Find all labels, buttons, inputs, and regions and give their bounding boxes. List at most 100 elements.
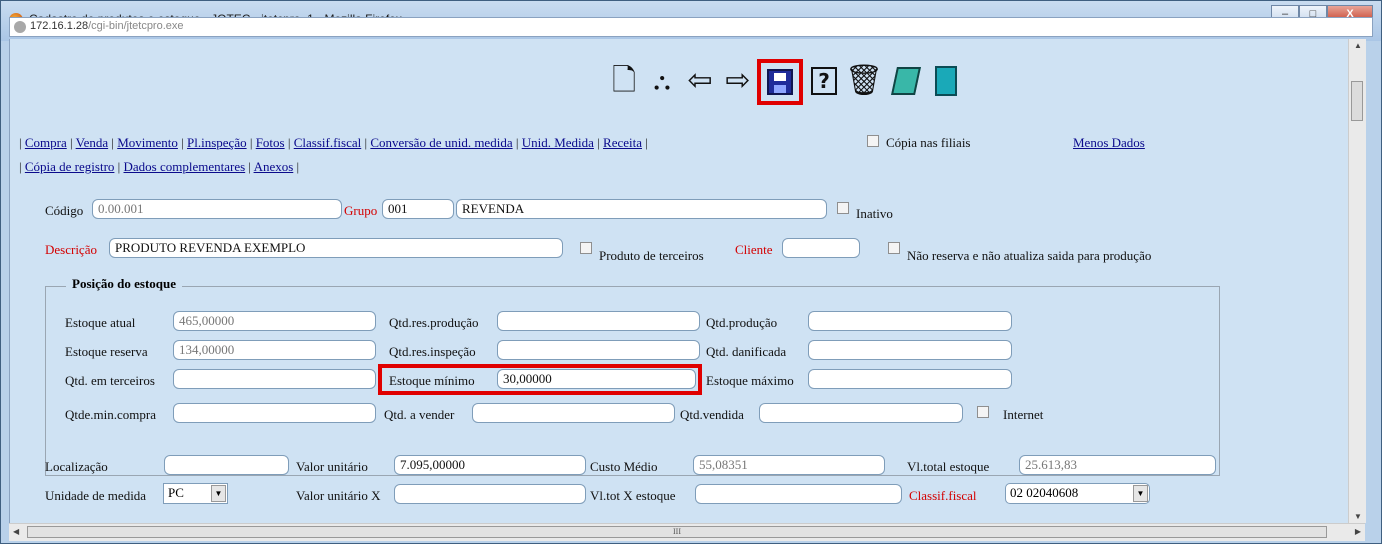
valor-unitario-label: Valor unitário [296, 459, 368, 474]
chevron-down-icon[interactable]: ▼ [211, 485, 226, 502]
qtde-min-compra-input[interactable] [173, 403, 376, 423]
title-bar: Cadastro de produtos e estoque - JOTEC -… [1, 1, 1381, 41]
link-compra[interactable]: Compra [25, 135, 67, 150]
estoque-reserva-label: Estoque reserva [65, 344, 148, 359]
notepad-icon[interactable] [889, 63, 923, 99]
scroll-left-icon[interactable]: ◀ [13, 527, 19, 536]
scroll-right-icon[interactable]: ▶ [1355, 527, 1361, 536]
qtd-vender-label: Qtd. a vender [384, 407, 455, 422]
codigo-input[interactable]: 0.00.001 [92, 199, 342, 219]
scroll-up-icon[interactable]: ▲ [1354, 41, 1362, 50]
cliente-input[interactable] [782, 238, 860, 258]
link-pl-inspecao[interactable]: Pl.inspeção [187, 135, 247, 150]
help-icon[interactable]: ? [807, 63, 841, 99]
classif-fiscal-select[interactable]: 02 02040608 ▼ [1005, 483, 1150, 504]
classif-fiscal-value: 02 02040608 [1010, 485, 1079, 500]
link-unid-medida[interactable]: Unid. Medida [522, 135, 594, 150]
grupo-label: Grupo [344, 203, 378, 218]
globe-icon [14, 21, 26, 33]
link-dados-complementares[interactable]: Dados complementares [124, 159, 246, 174]
qtd-danificada-input[interactable] [808, 340, 1012, 360]
estoque-minimo-input[interactable]: 30,00000 [497, 369, 696, 389]
exit-door-icon[interactable] [929, 63, 963, 99]
estoque-maximo-label: Estoque máximo [706, 373, 794, 388]
link-venda[interactable]: Venda [76, 135, 109, 150]
links-row-1: | Compra | Venda | Movimento | Pl.inspeç… [19, 135, 648, 150]
inativo-checkbox[interactable] [837, 202, 849, 214]
qtd-producao-input[interactable] [808, 311, 1012, 331]
horizontal-scroll-thumb[interactable]: III [27, 526, 1327, 538]
url-text: 172.16.1.28/cgi-bin/jtetcpro.exe [30, 20, 184, 32]
custo-medio-input[interactable]: 55,08351 [693, 455, 885, 475]
browser-window: Cadastro de produtos e estoque - JOTEC -… [0, 0, 1382, 544]
scroll-down-icon[interactable]: ▼ [1354, 512, 1362, 521]
estoque-atual-input[interactable]: 465,00000 [173, 311, 376, 331]
page-content: 🗋 ⛬ ⇦ ⇨ ? 🗑 | Compra | Venda | Movimento… [9, 39, 1349, 523]
forward-arrow-icon[interactable]: ⇨ [721, 63, 755, 99]
qtd-terceiros-input[interactable] [173, 369, 376, 389]
stock-legend: Posição do estoque [66, 276, 182, 292]
address-bar[interactable]: 172.16.1.28/cgi-bin/jtetcpro.exe [9, 17, 1373, 37]
custo-medio-label: Custo Médio [590, 459, 658, 474]
classif-fiscal-label: Classif.fiscal [909, 488, 977, 503]
valor-unitario-input[interactable]: 7.095,00000 [394, 455, 586, 475]
menos-dados-link[interactable]: Menos Dados [1073, 135, 1145, 151]
estoque-maximo-input[interactable] [808, 369, 1012, 389]
vl-tot-x-input[interactable] [695, 484, 902, 504]
qtd-terceiros-label: Qtd. em terceiros [65, 373, 155, 388]
link-copia-registro[interactable]: Cópia de registro [25, 159, 115, 174]
produto-terceiros-label: Produto de terceiros [599, 248, 704, 263]
link-receita[interactable]: Receita [603, 135, 642, 150]
descricao-input[interactable]: PRODUTO REVENDA EXEMPLO [109, 238, 563, 258]
produto-terceiros-checkbox[interactable] [580, 242, 592, 254]
unidade-select-value: PC [168, 485, 184, 500]
valor-unitario-x-label: Valor unitário X [296, 488, 381, 503]
nao-reserva-checkbox[interactable] [888, 242, 900, 254]
grupo-input[interactable]: 001 [382, 199, 454, 219]
estoque-reserva-input[interactable]: 134,00000 [173, 340, 376, 360]
qtd-vender-input[interactable] [472, 403, 675, 423]
qtd-vendida-label: Qtd.vendida [680, 407, 744, 422]
copia-filiais-checkbox[interactable] [867, 135, 879, 147]
qtd-producao-label: Qtd.produção [706, 315, 778, 330]
cliente-label: Cliente [735, 242, 773, 257]
nao-reserva-label: Não reserva e não atualiza saida para pr… [907, 248, 1152, 263]
back-arrow-icon[interactable]: ⇦ [683, 63, 717, 99]
link-movimento[interactable]: Movimento [117, 135, 178, 150]
internet-checkbox[interactable] [977, 406, 989, 418]
link-fotos[interactable]: Fotos [256, 135, 285, 150]
descricao-label: Descrição [45, 242, 97, 257]
qtd-res-producao-label: Qtd.res.produção [389, 315, 479, 330]
vl-total-input[interactable]: 25.613,83 [1019, 455, 1216, 475]
vl-total-label: Vl.total estoque [907, 459, 990, 474]
link-conversao-unid[interactable]: Conversão de unid. medida [370, 135, 512, 150]
save-disk-icon[interactable] [757, 59, 803, 105]
estoque-atual-label: Estoque atual [65, 315, 136, 330]
copia-filiais-label: Cópia nas filiais [886, 135, 971, 150]
estoque-minimo-label: Estoque mínimo [389, 373, 475, 388]
vertical-scroll-thumb[interactable] [1351, 81, 1363, 121]
link-anexos[interactable]: Anexos [254, 159, 294, 174]
grupo-desc-input[interactable]: REVENDA [456, 199, 827, 219]
chevron-down-icon[interactable]: ▼ [1133, 485, 1148, 502]
unidade-select[interactable]: PC ▼ [163, 483, 228, 504]
new-document-icon[interactable]: 🗋 [607, 63, 641, 99]
links-row-2: | Cópia de registro | Dados complementar… [19, 159, 300, 174]
codigo-label: Código [45, 203, 84, 218]
qtd-danificada-label: Qtd. danificada [706, 344, 787, 359]
trash-bin-icon[interactable]: 🗑 [845, 63, 883, 99]
valor-unitario-x-input[interactable] [394, 484, 586, 504]
horizontal-scrollbar[interactable]: ◀ III ▶ [9, 523, 1365, 541]
binoculars-icon[interactable]: ⛬ [645, 63, 679, 99]
vertical-scrollbar[interactable]: ▲ ▼ [1348, 39, 1366, 523]
qtd-res-inspecao-input[interactable] [497, 340, 700, 360]
localizacao-label: Localização [45, 459, 108, 474]
link-classif-fiscal[interactable]: Classif.fiscal [294, 135, 362, 150]
internet-label: Internet [1003, 407, 1044, 422]
menos-dados-text[interactable]: Menos Dados [1073, 135, 1145, 150]
qtde-min-compra-label: Qtde.min.compra [65, 407, 156, 422]
qtd-res-producao-input[interactable] [497, 311, 700, 331]
vl-tot-x-label: Vl.tot X estoque [590, 488, 676, 503]
localizacao-input[interactable] [164, 455, 289, 475]
qtd-vendida-input[interactable] [759, 403, 963, 423]
